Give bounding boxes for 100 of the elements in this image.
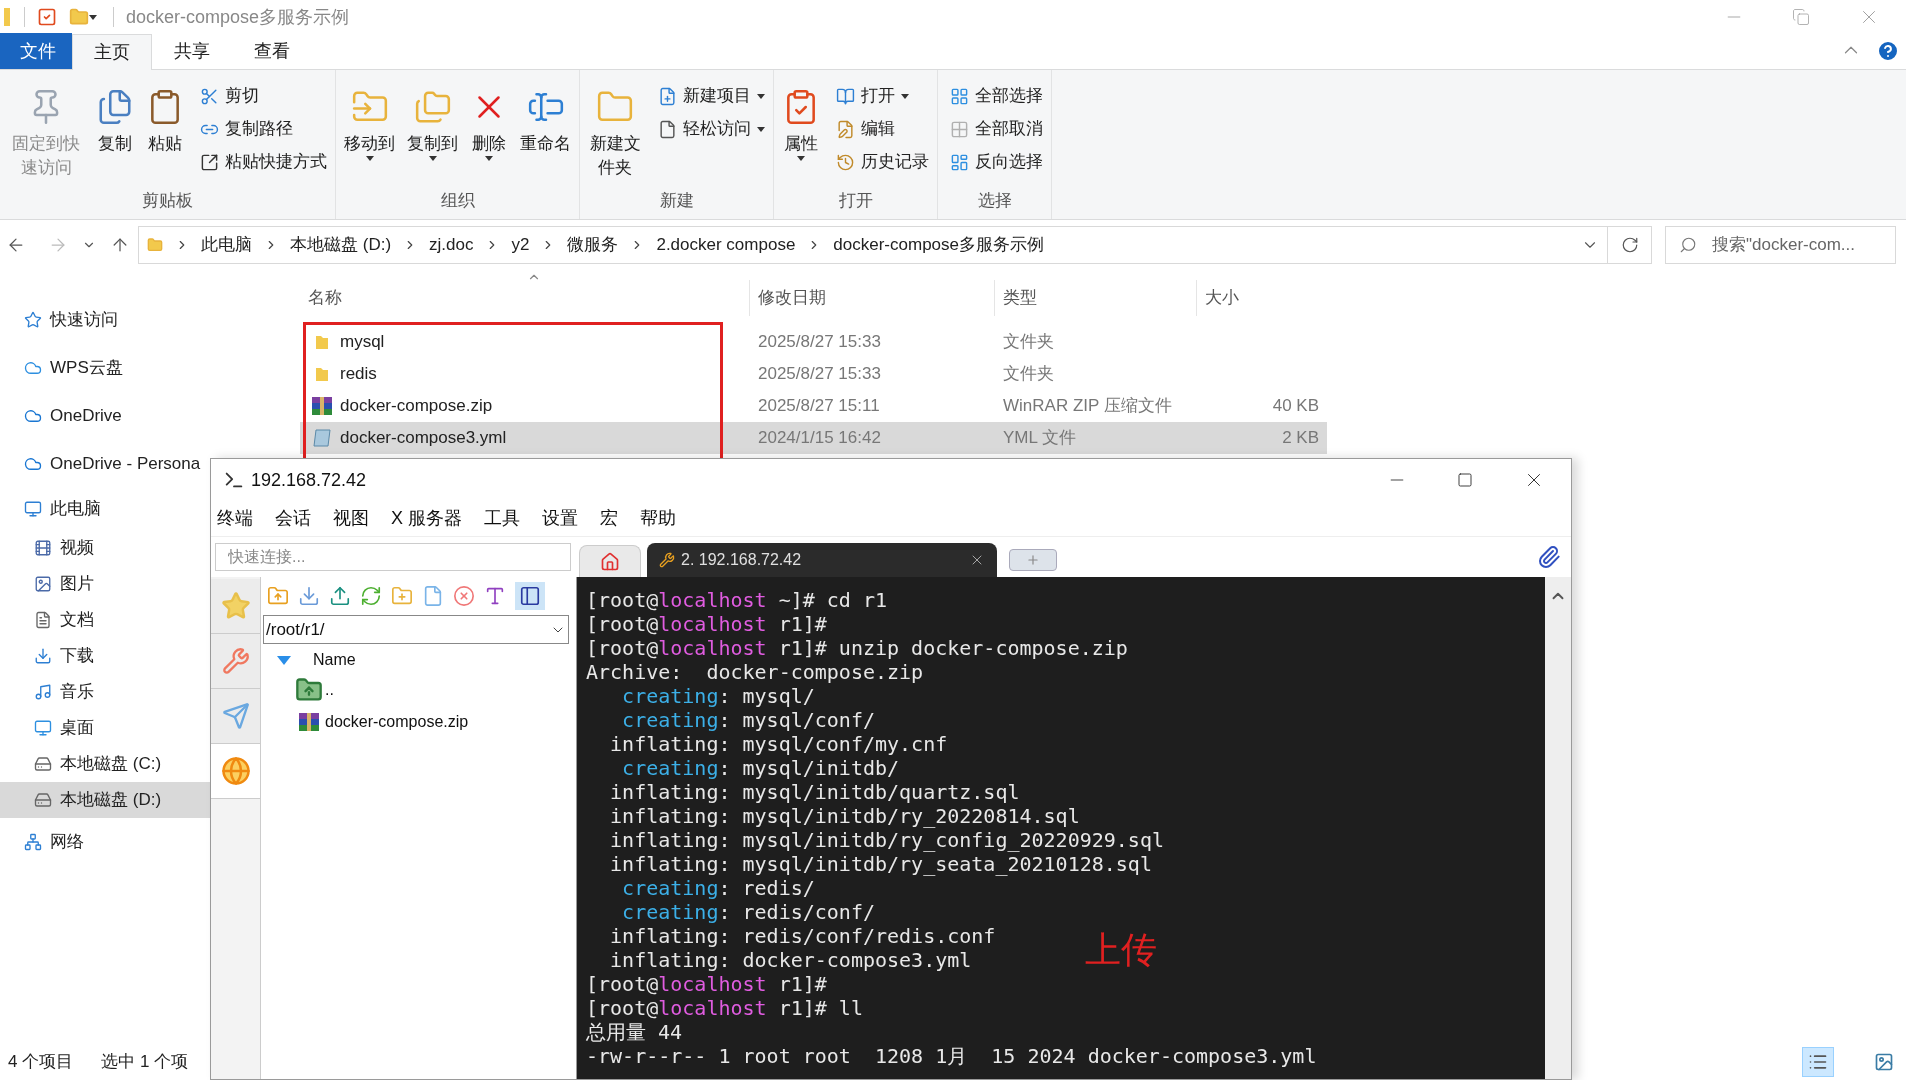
ribbon-button[interactable]: 复制路径 <box>196 115 331 143</box>
side-tab[interactable] <box>211 744 260 799</box>
ribbon-button[interactable]: 打开 <box>832 82 933 110</box>
file-row[interactable]: redis 2025/8/27 15:33 文件夹 <box>300 358 1327 390</box>
maximize-icon[interactable] <box>1457 472 1473 488</box>
ribbon-button[interactable]: 历史记录 <box>832 148 933 176</box>
ribbon-tab[interactable]: 文件 <box>0 33 72 69</box>
menu-item[interactable]: 工具 <box>484 505 520 532</box>
ribbon-button[interactable]: 新建项目 <box>654 82 769 110</box>
ribbon-button[interactable]: 剪切 <box>196 82 331 110</box>
column-header[interactable]: Name <box>313 648 356 672</box>
breadcrumb[interactable]: y2 <box>511 232 530 258</box>
terminal-line: inflating: docker-compose3.yml <box>609 948 972 972</box>
ribbon-button[interactable]: 反向选择 <box>946 148 1047 176</box>
sidebar-item[interactable]: 网络 <box>0 818 210 866</box>
sidebar-item[interactable]: 本地磁盘 (D:) <box>0 782 210 818</box>
sidebar-item[interactable]: OneDrive - Persona <box>0 440 210 488</box>
ribbon-button[interactable]: 全部选择 <box>946 82 1047 110</box>
menu-item[interactable]: 会话 <box>275 505 311 532</box>
caret-icon <box>89 14 97 20</box>
sidebar-item[interactable]: WPS云盘 <box>0 344 210 392</box>
breadcrumb[interactable]: 此电脑 <box>201 232 252 258</box>
session-tab[interactable]: 2. 192.168.72.42 <box>647 543 997 577</box>
refresh-button[interactable] <box>1608 226 1652 264</box>
path-field[interactable]: /root/r1/ <box>263 615 569 644</box>
ribbon-tab[interactable]: 共享 <box>152 33 232 69</box>
ribbon-button[interactable]: 新建文件夹 <box>584 78 646 180</box>
column-header[interactable]: 大小 <box>1197 280 1327 316</box>
search-field[interactable]: 搜索"docker-com... <box>1665 226 1896 264</box>
ribbon-button[interactable]: 重命名 <box>516 78 575 156</box>
column-header[interactable]: 类型 <box>995 280 1197 316</box>
terminal-line: [root@localhost ~]# cd r1 <box>586 588 888 612</box>
file-row[interactable]: docker-compose.zip 2025/8/27 15:11 WinRAR ZIP 压缩文件 40 KB <box>300 390 1327 422</box>
folder-up-icon <box>267 585 289 607</box>
caret-icon <box>485 156 493 161</box>
refresh-icon <box>360 585 382 607</box>
ribbon-button[interactable]: 全部取消 <box>946 115 1047 143</box>
menu-item[interactable]: X 服务器 <box>391 505 462 532</box>
sidebar-item[interactable]: 音乐 <box>0 674 210 710</box>
terminal-line: inflating: mysql/conf/my.cnf <box>609 732 948 756</box>
ribbon-tab[interactable]: 主页 <box>72 34 152 70</box>
home-tab[interactable] <box>579 545 641 577</box>
ribbon-label: 复制到 <box>407 133 458 155</box>
pencil-icon <box>836 119 855 139</box>
menu-item[interactable]: 宏 <box>600 505 618 532</box>
sidebar-item[interactable]: 下载 <box>0 638 210 674</box>
terminal-line: -rw-r--r-- 1 root root 1208 1月 15 2024 docker-compose3.yml <box>586 1044 1317 1068</box>
menu-item[interactable]: 终端 <box>217 505 253 532</box>
ribbon-tab[interactable]: 查看 <box>232 33 312 69</box>
file-name: redis <box>340 363 377 386</box>
column-header[interactable]: 名称 <box>300 280 750 316</box>
menu-item[interactable]: 帮助 <box>640 505 676 532</box>
ribbon-button[interactable]: 复制 <box>92 78 138 156</box>
breadcrumb[interactable]: zj.doc <box>429 232 474 258</box>
folder-plus-icon <box>391 585 413 607</box>
address-bar[interactable]: 此电脑 本地磁盘 (D:) zj.doc y2 微服务 2.docker compose docker-compose多服务示例 <box>138 226 1608 264</box>
breadcrumb[interactable]: 本地磁盘 (D:) <box>290 232 392 258</box>
sidebar-item[interactable]: 文档 <box>0 602 210 638</box>
terminal-line: inflating: mysql/initdb/ry_config_20220929.sql <box>609 828 1164 852</box>
sidebar-item[interactable]: 视频 <box>0 530 210 566</box>
paperclip-icon[interactable] <box>1537 545 1561 569</box>
group-label: 选择 <box>976 190 1013 212</box>
file-plus-icon <box>658 86 677 106</box>
grid-icon <box>950 152 969 172</box>
folder-icon <box>147 237 163 253</box>
side-tab[interactable] <box>211 634 260 689</box>
ribbon-button[interactable]: 编辑 <box>832 115 933 143</box>
upload-icon <box>329 585 351 607</box>
breadcrumb[interactable]: 2.docker compose <box>656 232 796 258</box>
expand-triangle-icon[interactable] <box>277 655 291 665</box>
ribbon-button[interactable]: 移动到 <box>340 78 399 161</box>
file-row[interactable]: docker-compose3.yml 2024/1/15 16:42 YML 文件 2 KB <box>300 422 1327 454</box>
archive-icon <box>312 397 332 415</box>
file-row[interactable]: mysql 2025/8/27 15:33 文件夹 <box>300 326 1327 358</box>
ribbon-button[interactable]: 轻松访问 <box>654 115 769 143</box>
sidebar-item[interactable]: 桌面 <box>0 710 210 746</box>
breadcrumb[interactable]: 微服务 <box>567 232 619 258</box>
column-header[interactable]: 修改日期 <box>750 280 995 316</box>
ribbon-button[interactable]: 复制到 <box>403 78 462 161</box>
help-icon[interactable] <box>1876 39 1900 63</box>
quick-connect-field[interactable]: 快速连接... <box>215 543 571 571</box>
scrollbar[interactable] <box>1545 577 1571 1079</box>
ribbon-label: 新建文件夹 <box>588 133 642 179</box>
ribbon-button[interactable]: 粘贴 <box>142 78 188 156</box>
breadcrumb[interactable]: docker-compose多服务示例 <box>833 232 1044 258</box>
menu-item[interactable]: 视图 <box>333 505 369 532</box>
tree-item[interactable]: docker-compose.zip <box>261 706 571 738</box>
checklist-icon[interactable] <box>37 7 57 27</box>
sidebar-item[interactable]: 图片 <box>0 566 210 602</box>
view-button[interactable] <box>1802 1047 1834 1077</box>
sidebar-item[interactable]: 本地磁盘 (C:) <box>0 746 210 782</box>
ribbon-button[interactable]: 粘贴快捷方式 <box>196 148 331 176</box>
sidebar-item[interactable]: 快速访问 <box>0 296 210 344</box>
ribbon-button[interactable]: 删除 <box>466 78 512 161</box>
ribbon-button[interactable]: 属性 <box>778 78 824 161</box>
book-icon <box>836 86 855 106</box>
sidebar-item[interactable]: OneDrive <box>0 392 210 440</box>
menu-item[interactable]: 设置 <box>542 505 578 532</box>
tree-item[interactable]: .. <box>261 674 571 706</box>
sidebar-item[interactable]: 此电脑 <box>0 488 210 530</box>
